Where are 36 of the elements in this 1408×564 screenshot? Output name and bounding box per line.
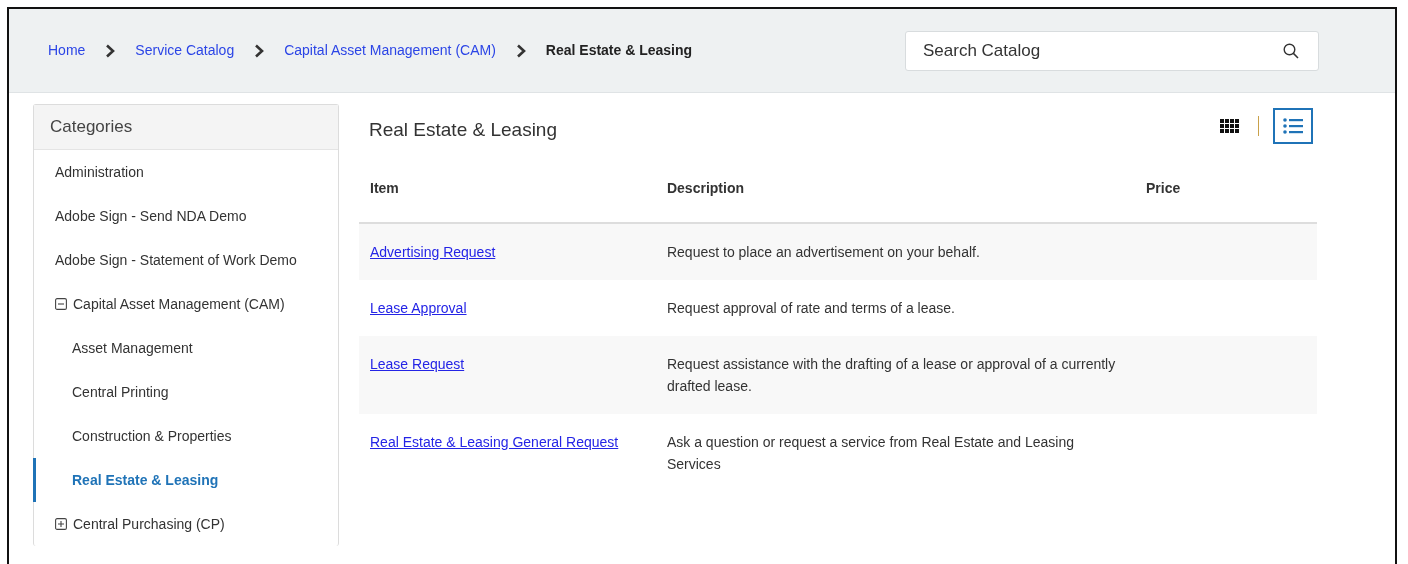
sidebar-item[interactable]: Capital Asset Management (CAM) [33, 282, 338, 326]
sidebar-item[interactable]: Real Estate & Leasing [33, 458, 338, 502]
sidebar-item[interactable]: Asset Management [33, 326, 338, 370]
chevron-icon [105, 43, 116, 58]
sidebar-item[interactable]: Central Purchasing (CP) [33, 502, 338, 546]
item-link[interactable]: Lease Approval [370, 299, 467, 316]
item-description: Request assistance with the drafting of a lease or approval of a currently drafted lease. [666, 355, 1116, 394]
sidebar-item[interactable]: Construction & Properties [33, 414, 338, 458]
item-link[interactable]: Real Estate & Leasing General Request [370, 433, 619, 450]
column-header: Item [359, 154, 656, 223]
list-view-icon [1283, 118, 1303, 134]
column-header: Price [1134, 154, 1317, 223]
item-description: Request to place an advertisement on your behalf. [666, 243, 980, 260]
collapse-icon [55, 298, 67, 310]
breadcrumb-current: Real Estate & Leasing [545, 41, 693, 60]
breadcrumb-link[interactable]: Capital Asset Management (CAM) [284, 40, 496, 61]
sidebar-item[interactable]: Administration [33, 150, 338, 194]
search-icon [1283, 42, 1299, 59]
search-field[interactable]: Search Catalog [905, 30, 1319, 71]
grid-view-icon [1220, 119, 1239, 133]
expand-icon [55, 518, 67, 530]
item-description: Ask a question or request a service from Real Estate and Leasing Services [666, 433, 1074, 472]
breadcrumb-link[interactable]: Home [48, 40, 86, 61]
sidebar-item[interactable]: Central Printing [33, 370, 338, 414]
sidebar-item[interactable]: Adobe Sign - Send NDA Demo [33, 194, 338, 238]
chevron-icon [254, 43, 265, 58]
item-description: Request approval of rate and terms of a lease. [666, 299, 955, 316]
item-link[interactable]: Advertising Request [370, 243, 496, 260]
item-link[interactable]: Lease Request [370, 355, 465, 372]
column-header: Description [655, 154, 1135, 223]
view-toggle[interactable] [1273, 108, 1313, 144]
page-title: Real Estate & Leasing [368, 118, 557, 142]
sidebar-item[interactable]: Adobe Sign - Statement of Work Demo [33, 238, 338, 282]
breadcrumb-link[interactable]: Service Catalog [135, 40, 235, 61]
sidebar-title: Categories [50, 116, 133, 139]
chevron-icon [515, 43, 526, 58]
